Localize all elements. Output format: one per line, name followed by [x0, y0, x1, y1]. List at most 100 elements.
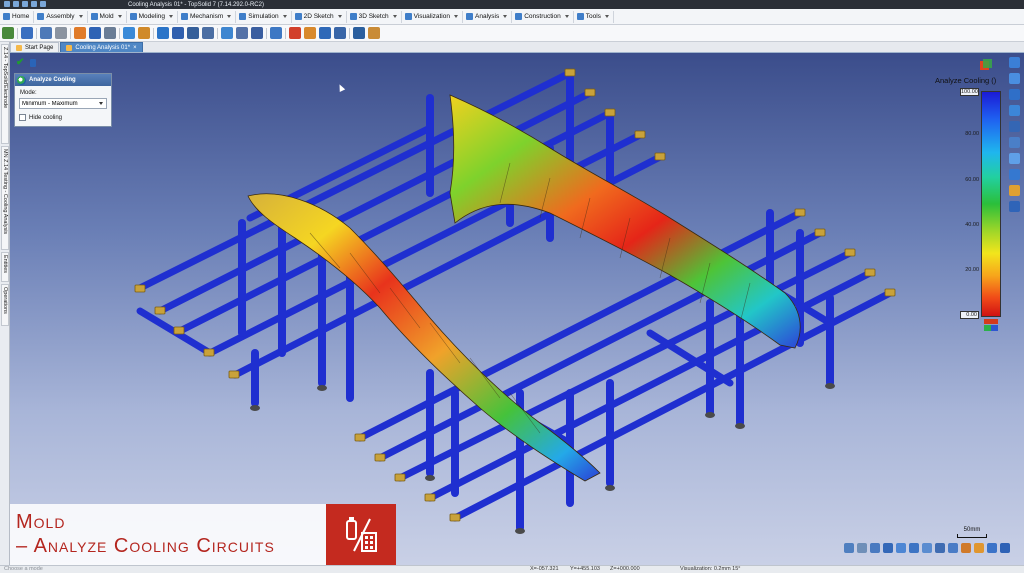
visualization-settings[interactable]: Visualization: 0.2mm 15° [680, 566, 741, 572]
core-cavity-icon[interactable] [74, 27, 86, 39]
parting-icon[interactable] [55, 27, 67, 39]
appearance-icon[interactable] [1008, 185, 1020, 196]
legend-tick-max[interactable]: 100.00 [960, 88, 979, 96]
menu-bar: Home Assembly Mold Modeling Mechanism Si… [0, 9, 1024, 25]
hide-cooling-row[interactable]: Hide cooling [19, 114, 62, 121]
menu-3d-sketch[interactable]: 3D Sketch [348, 10, 402, 23]
view-left-icon[interactable] [870, 543, 880, 553]
analyze-cooling-icon [17, 75, 26, 85]
temperature-icon[interactable] [319, 27, 331, 39]
side-tab-operations[interactable]: Operations [1, 284, 9, 326]
menu-analysis[interactable]: Analysis [464, 10, 513, 23]
save-icon[interactable] [22, 1, 28, 7]
insert-icon[interactable] [89, 27, 101, 39]
tab-start-page[interactable]: Start Page [10, 42, 60, 52]
pressure-icon[interactable] [334, 27, 346, 39]
gate-icon[interactable] [172, 27, 184, 39]
mold-base-icon[interactable] [353, 27, 365, 39]
legend-settings-icon[interactable] [979, 58, 993, 72]
chevron-down-icon [392, 15, 397, 18]
zoom-fit-icon[interactable] [1008, 153, 1020, 164]
legend-color-bar [981, 91, 1001, 317]
analyze-cooling-icon[interactable] [289, 27, 301, 39]
legend-tick-min[interactable]: 0.00 [960, 311, 979, 319]
legend-options-icon[interactable] [984, 319, 998, 331]
view-bottom-icon[interactable] [909, 543, 919, 553]
menu-visualization[interactable]: Visualization [403, 10, 463, 23]
menu-mold[interactable]: Mold [89, 10, 127, 23]
section-icon[interactable] [1008, 121, 1020, 132]
view-right-icon[interactable] [883, 543, 893, 553]
view-front-icon[interactable] [844, 543, 854, 553]
analyze-fill-icon[interactable] [304, 27, 316, 39]
side-tab-testing[interactable]: MN Z.14 Testing - Cooling Analysis [1, 146, 9, 250]
panel-header: Analyze Cooling [15, 74, 111, 86]
3d-viewport[interactable]: ✔ Analyze Cooling Mode: Minimum - Maximu… [10, 53, 1024, 565]
check-icon[interactable]: ✔ [16, 57, 24, 68]
chevron-down-icon [227, 15, 232, 18]
stock-icon[interactable] [21, 27, 33, 39]
validate-toolbar: ✔ [16, 57, 37, 68]
view-dimetric-icon[interactable] [935, 543, 945, 553]
runner-icon[interactable] [157, 27, 169, 39]
menu-mechanism[interactable]: Mechanism [179, 10, 237, 23]
chevron-down-icon [117, 15, 122, 18]
view-cube-icon[interactable] [1008, 169, 1020, 180]
shading-icon[interactable] [1008, 201, 1020, 212]
view-light-icon[interactable] [974, 543, 984, 553]
pin-icon[interactable] [30, 59, 37, 67]
sprue-icon[interactable] [187, 27, 199, 39]
start-page-icon [16, 44, 22, 51]
slider-icon[interactable] [104, 27, 116, 39]
ejector-icon[interactable] [202, 27, 214, 39]
menu-assembly[interactable]: Assembly [35, 10, 88, 23]
mold-logo-icon [326, 504, 396, 565]
menu-tools[interactable]: Tools [575, 10, 614, 23]
open-document-icon[interactable] [13, 1, 19, 7]
menu-home[interactable]: Home [1, 10, 35, 23]
assembly-icon [37, 13, 45, 20]
close-icon[interactable]: × [133, 45, 137, 51]
view-perspective-icon[interactable] [961, 543, 971, 553]
chevron-down-icon [169, 15, 174, 18]
thickness-icon[interactable] [270, 27, 282, 39]
side-tab-electrode[interactable]: Z.14 - TopSolid'Electrode [1, 44, 9, 144]
menu-modeling[interactable]: Modeling [128, 10, 179, 23]
new-document-icon[interactable] [4, 1, 10, 7]
view-fit-icon[interactable] [987, 543, 997, 553]
view-back-icon[interactable] [857, 543, 867, 553]
view-zoom-icon[interactable] [1000, 543, 1010, 553]
redo-icon[interactable] [40, 1, 46, 7]
component-icon[interactable] [368, 27, 380, 39]
menu-construction[interactable]: Construction [513, 10, 574, 23]
rotate-icon[interactable] [1008, 89, 1020, 100]
mold-cooling-scene [134, 68, 896, 534]
view-iso-icon[interactable] [922, 543, 932, 553]
cooling-fitting-icon[interactable] [138, 27, 150, 39]
side-tab-entities[interactable]: Entities [1, 252, 9, 282]
chevron-down-icon [454, 15, 458, 18]
measure-icon[interactable] [1008, 137, 1020, 148]
hide-cooling-label: Hide cooling [29, 114, 63, 121]
pan-icon[interactable] [1008, 73, 1020, 84]
legend-tick: 80.00 [965, 131, 979, 137]
view-top-icon[interactable] [896, 543, 906, 553]
mode-select[interactable]: Minimum - Maximum [19, 98, 107, 109]
hide-cooling-checkbox[interactable] [19, 114, 26, 121]
view-trimetric-icon[interactable] [948, 543, 958, 553]
banner-line-1: Mold [16, 511, 66, 533]
tab-cooling-analysis[interactable]: Cooling Analysis 01* × [60, 42, 143, 52]
undercut-icon[interactable] [251, 27, 263, 39]
shrinkage-icon[interactable] [40, 27, 52, 39]
zoom-icon[interactable] [1008, 105, 1020, 116]
cooling-circuit-icon[interactable] [123, 27, 135, 39]
undo-icon[interactable] [31, 1, 37, 7]
draft-icon[interactable] [236, 27, 248, 39]
mold-project-icon[interactable] [2, 27, 14, 39]
navigate-icon[interactable] [1008, 57, 1020, 68]
menu-simulation[interactable]: Simulation [237, 10, 292, 23]
command-toolbar [0, 25, 1024, 42]
electrode-icon[interactable] [221, 27, 233, 39]
chevron-down-icon [564, 15, 569, 18]
menu-2d-sketch[interactable]: 2D Sketch [293, 10, 347, 23]
